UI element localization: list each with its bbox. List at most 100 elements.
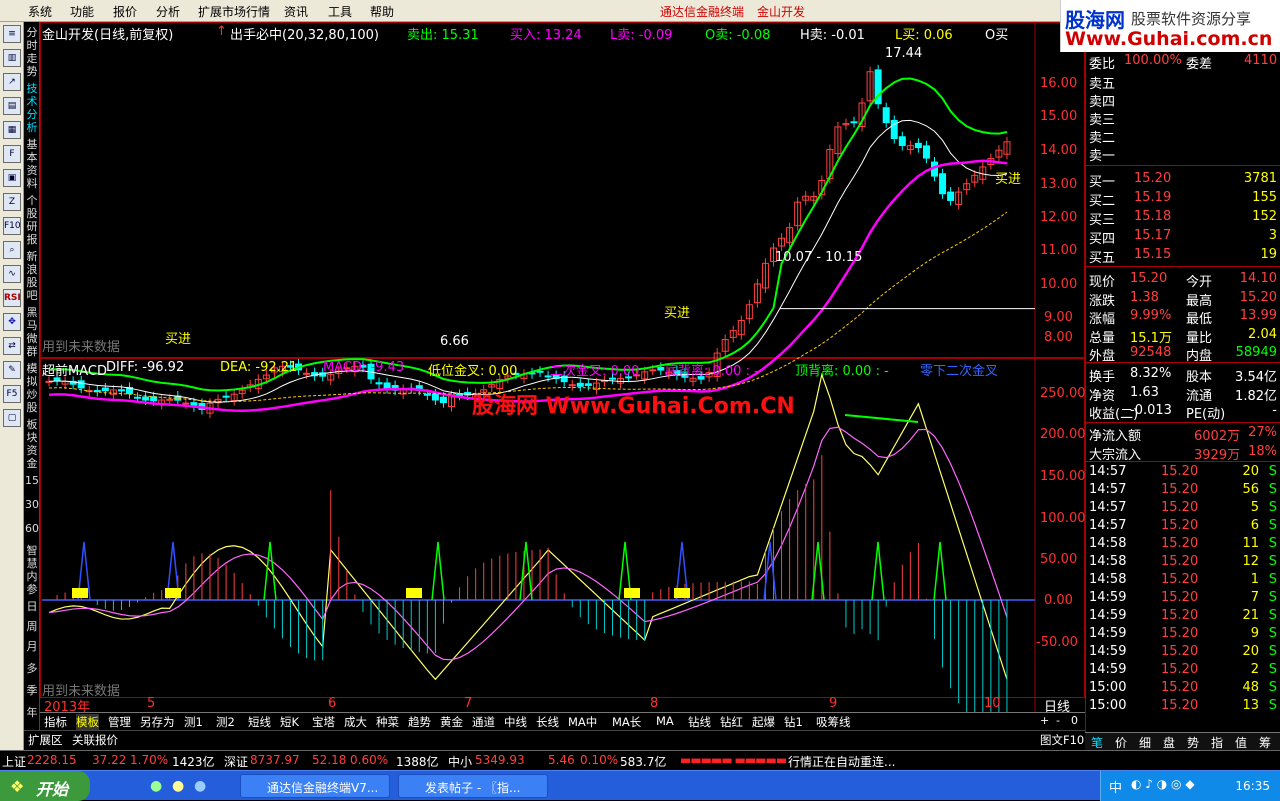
quote-tab[interactable]: 值: [1235, 734, 1247, 751]
tab-insight[interactable]: 智慧内参: [25, 544, 39, 596]
quote-tab[interactable]: 势: [1187, 734, 1199, 751]
menu-help[interactable]: 帮助: [370, 3, 394, 20]
tab-30min[interactable]: 30: [25, 498, 39, 511]
list-icon[interactable]: ≡: [3, 25, 21, 43]
menu-function[interactable]: 功能: [70, 3, 94, 20]
tick-row: 14:59 15.20 7 S: [1086, 589, 1280, 607]
grid-icon[interactable]: ▦: [3, 121, 21, 139]
tab-related-quotes[interactable]: 关联报价: [72, 732, 118, 748]
template-tab[interactable]: MA中: [568, 714, 597, 730]
template-tab[interactable]: 种菜: [376, 714, 399, 730]
template-tab[interactable]: 测1: [184, 714, 203, 730]
template-tab[interactable]: 黄金: [440, 714, 463, 730]
tab-technical[interactable]: 技术分析: [25, 82, 39, 134]
tick-price: 15.20: [1161, 680, 1199, 695]
tab-60min[interactable]: 60: [25, 522, 39, 535]
tab-day[interactable]: 日: [25, 600, 39, 613]
quote-tab[interactable]: 细: [1139, 734, 1151, 751]
tab-research[interactable]: 个股研报: [25, 194, 39, 246]
quote-tab[interactable]: 笔: [1091, 734, 1103, 751]
template-tab[interactable]: 短线: [248, 714, 271, 730]
tab-basic-info[interactable]: 基本资料: [25, 138, 39, 190]
bar-chart-icon[interactable]: ▥: [3, 49, 21, 67]
template-tab[interactable]: 钻线: [688, 714, 711, 730]
quote-tab[interactable]: 指: [1211, 734, 1223, 751]
menu-extended-market[interactable]: 扩展市场行情: [198, 3, 270, 20]
stat-label: 今开: [1186, 275, 1213, 290]
ime-indicator[interactable]: 中: [1109, 777, 1122, 796]
template-tab[interactable]: MA: [656, 714, 674, 728]
template-tab[interactable]: MA长: [612, 714, 641, 730]
tab-sina-bar[interactable]: 新浪股吧: [25, 250, 39, 302]
tab-blackhorse[interactable]: 黑马微群: [25, 306, 39, 358]
zoom-icon[interactable]: ⌕: [3, 241, 21, 259]
tab-year[interactable]: 年: [25, 706, 39, 719]
nav-icon[interactable]: ⇄: [3, 337, 21, 355]
bar-chart-icon[interactable]: ▤: [3, 97, 21, 115]
f5-icon[interactable]: F5: [3, 385, 21, 403]
template-tab[interactable]: 吸筹线: [816, 714, 851, 730]
menu-tools[interactable]: 工具: [328, 3, 352, 20]
line-chart-icon[interactable]: ↗: [3, 73, 21, 91]
window-icon[interactable]: ▢: [3, 409, 21, 427]
quote-tab[interactable]: 价: [1115, 734, 1127, 751]
arrows-icon[interactable]: ✥: [3, 313, 21, 331]
buy-price: 15.15: [1134, 247, 1172, 262]
template-tab[interactable]: 指标: [44, 714, 67, 730]
ie-icon[interactable]: ●: [150, 778, 162, 794]
browser-icon[interactable]: ●: [172, 778, 184, 794]
template-tab[interactable]: 通道: [472, 714, 495, 730]
menu-system[interactable]: 系统: [28, 3, 52, 20]
zoom-in-button[interactable]: +: [1040, 714, 1049, 727]
quote-tab[interactable]: 筹: [1259, 734, 1271, 751]
template-tab[interactable]: 宝塔: [312, 714, 335, 730]
template-tab[interactable]: 钻1: [784, 714, 803, 730]
tray-icons[interactable]: ◐ ♪ ◑ ◎ ◆: [1131, 777, 1195, 791]
template-tab[interactable]: 测2: [216, 714, 235, 730]
tick-volume: 5: [1250, 500, 1259, 515]
zoom-reset-button[interactable]: 0: [1071, 714, 1078, 727]
tab-week[interactable]: 周: [25, 620, 39, 633]
template-tab[interactable]: 起爆: [752, 714, 775, 730]
menu-quote[interactable]: 报价: [113, 3, 137, 20]
template-tab[interactable]: 钻红: [720, 714, 743, 730]
candle-body: [568, 384, 576, 387]
chart-area[interactable]: 金山开发(日线,前复权) ↑ 出手必中(20,32,80,100) 卖出: 15…: [40, 22, 1086, 715]
tab-intraday[interactable]: 分时走势: [25, 26, 39, 78]
task-post[interactable]: 发表帖子 - 〖指...: [398, 774, 548, 798]
tick-row: 14:57 15.20 5 S: [1086, 499, 1280, 517]
tick-time: 15:00: [1089, 698, 1127, 713]
tick-price: 15.20: [1161, 572, 1199, 587]
tab-extension-area[interactable]: 扩展区: [28, 732, 63, 748]
quote-tab[interactable]: 盘: [1163, 734, 1175, 751]
tab-15min[interactable]: 15: [25, 474, 39, 487]
tick-row: 14:59 15.20 9 S: [1086, 625, 1280, 643]
template-tab[interactable]: 趋势: [408, 714, 431, 730]
zoom-out-button[interactable]: -: [1056, 714, 1060, 727]
tab-season[interactable]: 季: [25, 684, 39, 697]
task-tdx[interactable]: 通达信金融终端V7...: [240, 774, 390, 798]
fio-icon[interactable]: F: [3, 145, 21, 163]
desktop-icon[interactable]: ●: [194, 778, 206, 794]
doc-icon[interactable]: ▣: [3, 169, 21, 187]
menu-news[interactable]: 资讯: [284, 3, 308, 20]
template-tab[interactable]: 模板: [76, 714, 99, 730]
menu-analysis[interactable]: 分析: [156, 3, 180, 20]
template-tab[interactable]: 另存为: [140, 714, 175, 730]
chart-icon[interactable]: ∿: [3, 265, 21, 283]
tab-multi[interactable]: 多: [25, 662, 39, 675]
rsi-icon[interactable]: RSI: [3, 289, 21, 307]
template-tab[interactable]: 管理: [108, 714, 131, 730]
template-tab[interactable]: 长线: [536, 714, 559, 730]
tab-simulate[interactable]: 模拟炒股: [25, 362, 39, 414]
fiz-icon[interactable]: Z: [3, 193, 21, 211]
template-tab[interactable]: 成大: [344, 714, 367, 730]
tab-sector-fund[interactable]: 板块资金: [25, 418, 39, 470]
candle-body: [423, 393, 431, 396]
f10-text-button[interactable]: 图文F10: [1040, 732, 1084, 748]
template-tab[interactable]: 短K: [280, 714, 299, 730]
f10-icon[interactable]: F10: [3, 217, 21, 235]
template-tab[interactable]: 中线: [504, 714, 527, 730]
pencil-icon[interactable]: ✎: [3, 361, 21, 379]
tab-month[interactable]: 月: [25, 640, 39, 653]
